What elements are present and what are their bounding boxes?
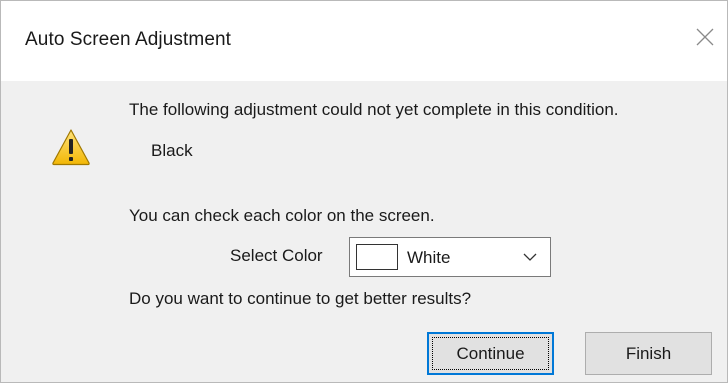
select-value: White bbox=[407, 248, 451, 267]
title-bar: Auto Screen Adjustment bbox=[1, 1, 727, 81]
window-title: Auto Screen Adjustment bbox=[25, 29, 232, 50]
chevron-down-icon bbox=[523, 253, 537, 261]
close-icon bbox=[696, 28, 714, 46]
auto-screen-adjustment-dialog: Auto Screen Adjustment The following adj… bbox=[0, 0, 728, 383]
select-color-label: Select Color bbox=[230, 246, 323, 265]
color-select-dropdown[interactable]: White bbox=[349, 237, 551, 277]
continue-button[interactable]: Continue bbox=[427, 332, 554, 375]
message-continue-question: Do you want to continue to get better re… bbox=[129, 289, 472, 308]
message-check-colors: You can check each color on the screen. bbox=[129, 206, 435, 225]
continue-button-label: Continue bbox=[456, 343, 525, 363]
close-button[interactable] bbox=[683, 15, 727, 59]
dialog-content: The following adjustment could not yet c… bbox=[1, 81, 727, 382]
finish-button[interactable]: Finish bbox=[585, 332, 712, 375]
message-adjustment-incomplete: The following adjustment could not yet c… bbox=[129, 100, 619, 119]
failed-item-label: Black bbox=[151, 141, 193, 160]
warning-icon bbox=[52, 129, 90, 166]
color-swatch bbox=[356, 244, 398, 270]
finish-button-label: Finish bbox=[625, 343, 672, 363]
